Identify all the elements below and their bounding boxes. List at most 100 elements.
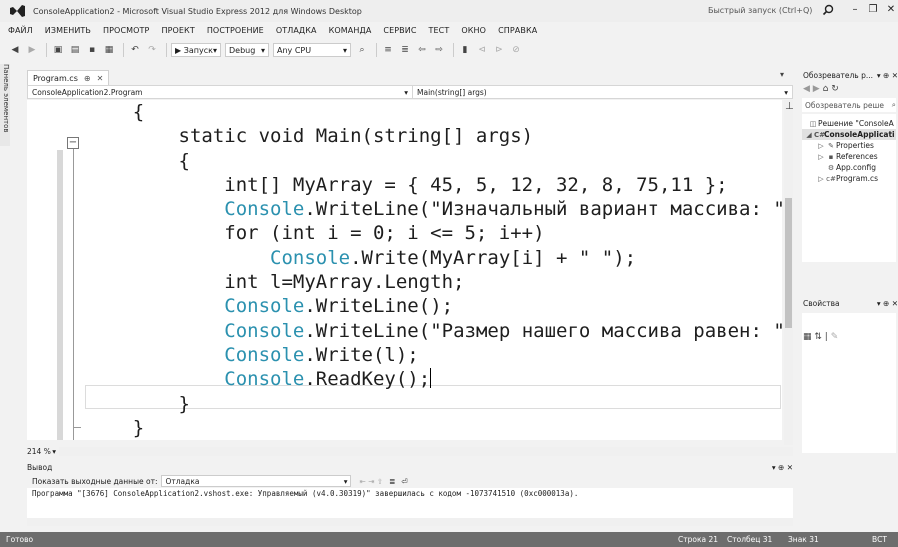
search-icon: ⌕	[891, 100, 896, 109]
find-in-files-icon[interactable]: ⌕	[355, 43, 369, 57]
collapsed-arrow-icon[interactable]: ▷	[816, 153, 826, 161]
class-dropdown[interactable]: ConsoleApplication2.Program ▾	[28, 86, 413, 98]
next-bookmark-icon[interactable]: ⊳	[492, 43, 506, 57]
configuration-select[interactable]: Debug ▾	[225, 43, 269, 57]
visual-studio-logo-icon	[10, 5, 25, 17]
navigate-forward-icon[interactable]: ⇨	[432, 43, 446, 57]
tree-item-label: ConsoleApplicati	[824, 130, 895, 139]
status-line: Строка 21	[678, 535, 719, 544]
editor-horizontal-scrollbar[interactable]	[59, 447, 793, 456]
expand-arrow-icon[interactable]: ◢	[804, 131, 814, 139]
output-horizontal-scrollbar[interactable]	[27, 518, 793, 526]
menu-team[interactable]: КОМАНДА	[329, 26, 372, 35]
prev-bookmark-icon[interactable]: ⊲	[475, 43, 489, 57]
output-text[interactable]: Программа "[3676] ConsoleApplication2.vs…	[27, 488, 793, 518]
back-icon[interactable]: ◀	[803, 84, 810, 94]
pin-icon[interactable]: ⊕	[84, 74, 91, 83]
restore-button[interactable]: ❐	[866, 3, 880, 17]
search-icon[interactable]	[822, 4, 834, 16]
tree-item-project[interactable]: ◢ C# ConsoleApplicati	[802, 129, 896, 140]
new-project-icon[interactable]: ▣	[51, 43, 65, 57]
minimize-button[interactable]: –	[848, 3, 862, 17]
scrollbar-thumb[interactable]	[785, 198, 792, 328]
menu-tools[interactable]: СЕРВИС	[383, 26, 416, 35]
save-all-icon[interactable]: ▦	[102, 43, 116, 57]
outline-end	[73, 427, 81, 428]
tab-list-dropdown-icon[interactable]: ▾	[780, 70, 784, 79]
tab-program-cs[interactable]: Program.cs ⊕ ✕	[27, 70, 110, 85]
solution-search-input[interactable]: Обозреватель реше ⌕	[802, 98, 896, 112]
find-message-icon[interactable]: ⇤ ⇥ ⇧	[359, 477, 383, 486]
property-pages-icon[interactable]: ✎	[831, 332, 839, 342]
open-file-icon[interactable]: ▤	[68, 43, 82, 57]
tree-item-program-cs[interactable]: ▷ c# Program.cs	[802, 173, 896, 184]
right-tool-panel: Обозреватель р... ▾ ⊕ ✕ ◀ ▶ ⌂ ↻ Обозрева…	[800, 68, 898, 458]
chevron-down-icon: ▾	[343, 476, 348, 486]
navigate-backward-icon[interactable]: ⇦	[415, 43, 429, 57]
references-icon: ▪	[828, 152, 834, 161]
word-wrap-icon[interactable]: ⏎	[401, 477, 407, 486]
save-icon[interactable]: ▪	[85, 43, 99, 57]
forward-icon[interactable]: ▶	[813, 84, 820, 94]
toolbox-label: Панель элементов	[2, 64, 10, 133]
menu-build[interactable]: ПОСТРОЕНИЕ	[207, 26, 264, 35]
tree-item-solution[interactable]: ◫ Решение "ConsoleA	[802, 118, 896, 129]
pin-icon[interactable]: ▾ ⊕ ✕	[877, 71, 898, 80]
properties-header: Свойства ▾ ⊕ ✕	[800, 296, 898, 310]
zoom-select[interactable]: 214 % ▾	[27, 447, 59, 456]
platform-select[interactable]: Any CPU ▾	[273, 43, 351, 57]
clear-bookmarks-icon[interactable]: ⊘	[509, 43, 523, 57]
code-line: {	[87, 149, 190, 172]
menu-bar: ФАЙЛ ИЗМЕНИТЬ ПРОСМОТР ПРОЕКТ ПОСТРОЕНИЕ…	[0, 22, 898, 38]
split-window-icon[interactable]: ⊥	[785, 101, 794, 112]
close-button[interactable]: ✕	[884, 3, 898, 17]
tree-item-references[interactable]: ▷ ▪ References	[802, 151, 896, 162]
collapse-icon[interactable]: −	[67, 137, 79, 149]
class-name-token: Console	[224, 368, 305, 391]
menu-help[interactable]: СПРАВКА	[498, 26, 537, 35]
undo-icon[interactable]: ↶	[128, 43, 142, 57]
menu-test[interactable]: ТЕСТ	[429, 26, 450, 35]
alphabetical-icon[interactable]: ⇅	[814, 332, 822, 342]
menu-window[interactable]: ОКНО	[461, 26, 486, 35]
close-icon[interactable]: ✕	[97, 74, 104, 83]
menu-debug[interactable]: ОТЛАДКА	[276, 26, 317, 35]
tree-item-properties[interactable]: ▷ ✎ Properties	[802, 140, 896, 151]
bookmark-icon[interactable]: ▮	[458, 43, 472, 57]
quick-launch-input[interactable]: Быстрый запуск (Ctrl+Q)	[706, 3, 824, 18]
home-icon[interactable]: ⌂	[823, 84, 829, 94]
show-output-from-label: Показать выходные данные от:	[32, 476, 158, 486]
tree-item-app-config[interactable]: ⚙ App.config	[802, 162, 896, 173]
redo-icon[interactable]: ↷	[145, 43, 159, 57]
pin-icon[interactable]: ▾ ⊕ ✕	[877, 299, 898, 308]
back-icon[interactable]: ◀	[8, 43, 22, 57]
code-line: Console.WriteLine("Изначальный вариант м…	[224, 198, 782, 221]
start-button[interactable]: ▶ Запуск ▾	[171, 43, 221, 57]
collapsed-arrow-icon[interactable]: ▷	[816, 142, 826, 150]
chevron-down-icon: ▾	[52, 447, 56, 456]
comment-icon[interactable]: ≡	[381, 43, 395, 57]
collapsed-arrow-icon[interactable]: ▷	[816, 175, 826, 183]
menu-file[interactable]: ФАЙЛ	[8, 26, 33, 35]
code-editor[interactable]: − { static void Main(string[] args) { in…	[27, 100, 782, 440]
forward-icon[interactable]: ▶	[25, 43, 39, 57]
menu-edit[interactable]: ИЗМЕНИТЬ	[45, 26, 91, 35]
toolbox-rail[interactable]: Панель элементов	[0, 64, 10, 146]
code-text[interactable]: { static void Main(string[] args) { int[…	[87, 100, 782, 440]
menu-project[interactable]: ПРОЕКТ	[161, 26, 194, 35]
pin-icon[interactable]: ▾ ⊕ ✕	[772, 463, 793, 472]
clear-all-icon[interactable]: ≣	[389, 477, 395, 486]
code-line: for (int i = 0; i <= 5; i++)	[87, 222, 545, 245]
start-label: ▶ Запуск	[175, 45, 213, 55]
output-source-select[interactable]: Отладка ▾	[161, 475, 352, 487]
menu-view[interactable]: ПРОСМОТР	[103, 26, 149, 35]
categorized-icon[interactable]: ▦	[803, 332, 812, 342]
history-icon[interactable]: ↻	[831, 84, 839, 94]
editor-vertical-scrollbar[interactable]	[784, 100, 793, 445]
code-line-current-text: Console.ReadKey();	[224, 368, 431, 391]
member-dropdown[interactable]: Main(string[] args) ▾	[413, 86, 792, 98]
platform-value: Any CPU	[277, 45, 312, 55]
window-title: ConsoleApplication2 - Microsoft Visual S…	[33, 6, 362, 16]
zoom-value: 214 %	[27, 447, 51, 456]
uncomment-icon[interactable]: ≣	[398, 43, 412, 57]
